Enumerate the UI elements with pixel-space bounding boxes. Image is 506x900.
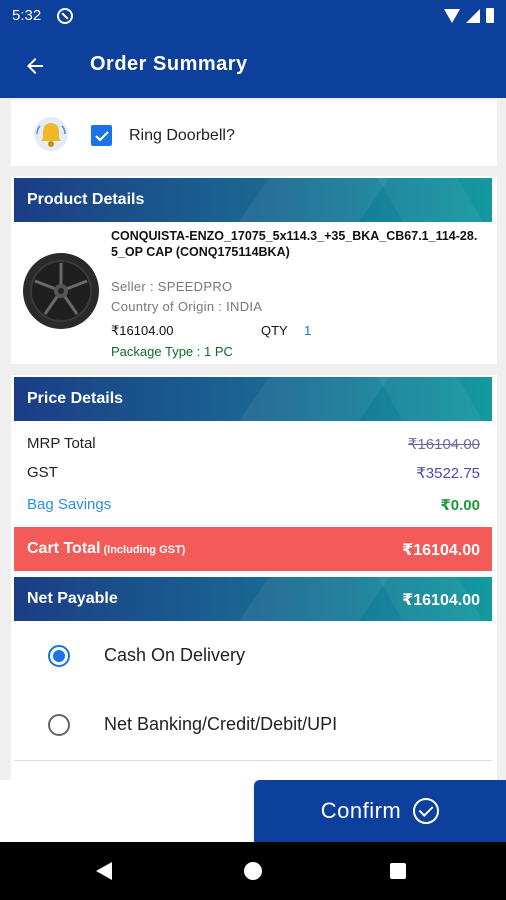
- net-payable-label: Net Payable: [27, 590, 118, 607]
- app-bar: Order Summary: [0, 32, 506, 98]
- product-origin: Country of Origin : INDIA: [111, 299, 263, 314]
- product-qty-value: 1: [304, 323, 312, 338]
- cart-total-bar: Cart Total (Including GST) ₹16104.00: [14, 527, 492, 571]
- nav-home-icon[interactable]: [244, 862, 262, 880]
- battery-icon: [486, 8, 494, 23]
- wheel-image: [23, 253, 99, 329]
- system-nav-bar: [0, 842, 506, 900]
- checkmark-icon: [94, 130, 109, 142]
- confirm-label: Confirm: [320, 798, 402, 823]
- bag-savings-value: ₹0.00: [440, 497, 480, 514]
- divider: [14, 760, 492, 761]
- status-icons: [444, 8, 494, 23]
- cart-total-label: Cart Total (Including GST): [27, 540, 185, 558]
- net-payable-value: ₹16104.00: [402, 592, 480, 609]
- product-price: ₹16104.00: [111, 323, 174, 338]
- net-payable-bar: Net Payable ₹16104.00: [14, 577, 492, 621]
- price-details-title: Price Details: [27, 390, 124, 407]
- online-payment-radio[interactable]: [48, 714, 70, 736]
- gst-label: GST: [27, 464, 58, 481]
- page-title: Order Summary: [90, 53, 248, 75]
- nav-recents-icon[interactable]: [390, 863, 406, 879]
- signal-icon: [466, 8, 480, 23]
- ring-doorbell-checkbox[interactable]: [91, 125, 112, 146]
- arrow-left-icon: [27, 58, 43, 74]
- product-seller: Seller : SPEEDPRO: [111, 279, 233, 294]
- price-details-header: Price Details: [14, 377, 492, 421]
- payment-option-cod[interactable]: Cash On Delivery: [48, 636, 468, 676]
- product-details-header: Product Details: [14, 178, 492, 222]
- product-qty-label: QTY: [261, 323, 288, 338]
- cart-total-value: ₹16104.00: [402, 542, 480, 559]
- cart-total-note: (Including GST): [103, 544, 186, 556]
- confirm-button[interactable]: Confirm: [254, 780, 506, 842]
- back-button[interactable]: [18, 49, 52, 83]
- mrp-total-value: ₹16104.00: [407, 436, 480, 453]
- gst-value: ₹3522.75: [416, 465, 480, 482]
- bag-savings-label: Bag Savings: [27, 496, 112, 513]
- mrp-total-label: MRP Total: [27, 435, 96, 452]
- bottom-bar-left: [0, 780, 253, 842]
- doorbell-card: Ring Doorbell?: [11, 100, 497, 166]
- online-payment-label: Net Banking/Credit/Debit/UPI: [104, 714, 338, 734]
- cod-label: Cash On Delivery: [104, 645, 246, 665]
- cart-total-label-text: Cart Total: [27, 540, 101, 557]
- wifi-icon: [444, 8, 460, 23]
- cod-radio[interactable]: [48, 645, 70, 667]
- product-name: CONQUISTA-ENZO_17075_5x114.3_+35_BKA_CB6…: [111, 229, 478, 259]
- doorbell-icon: [34, 117, 68, 151]
- check-circle-icon: [413, 798, 440, 824]
- product-package-type: Package Type : 1 PC: [111, 344, 233, 359]
- product-details-title: Product Details: [27, 191, 145, 208]
- ring-doorbell-label: Ring Doorbell?: [129, 127, 235, 144]
- product-image: [21, 251, 101, 331]
- notification-app-icon: [57, 8, 73, 24]
- status-time: 5:32: [12, 7, 42, 24]
- payment-option-online[interactable]: Net Banking/Credit/Debit/UPI: [48, 705, 468, 745]
- nav-back-icon[interactable]: [96, 862, 112, 880]
- status-bar: 5:32: [0, 0, 506, 32]
